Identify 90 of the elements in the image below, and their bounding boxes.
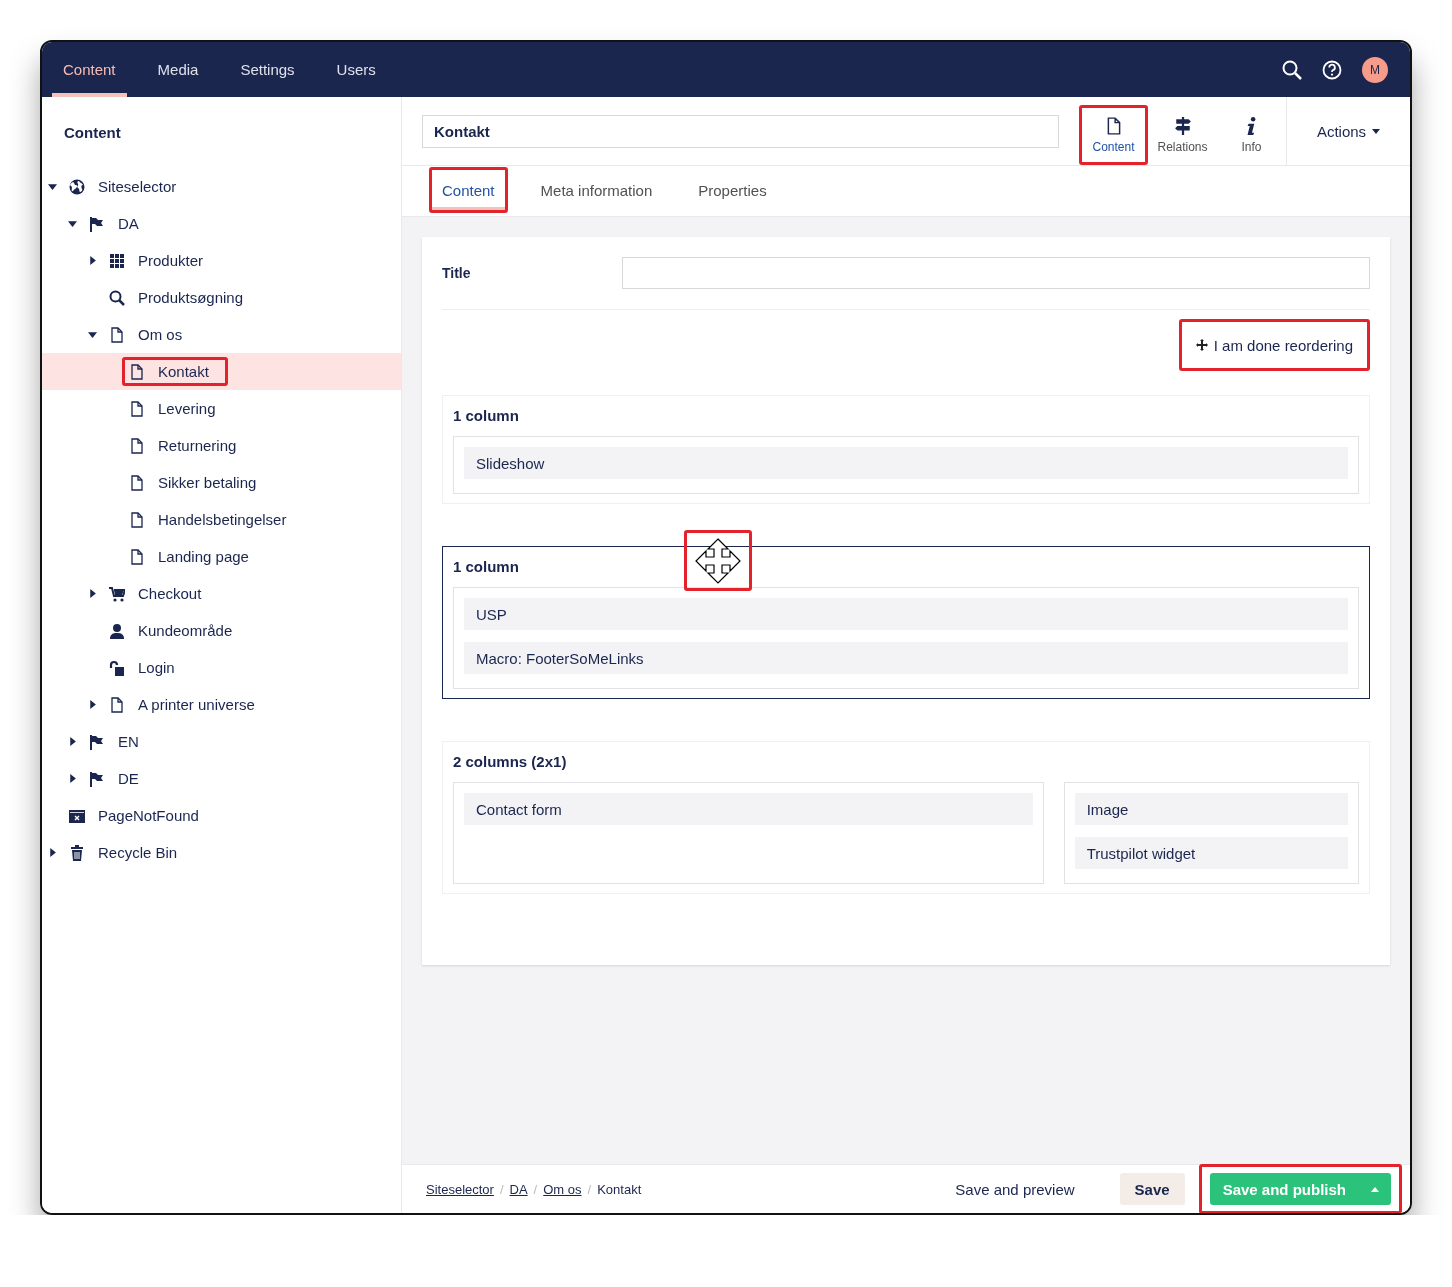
globe-icon — [69, 178, 85, 195]
breadcrumb-link[interactable]: Siteselector — [426, 1181, 494, 1197]
grid-item[interactable]: USP — [464, 598, 1348, 630]
caret-icon[interactable] — [48, 848, 57, 857]
search-icon[interactable] — [1282, 59, 1302, 80]
document-icon — [129, 474, 145, 491]
grid-item[interactable]: Slideshow — [464, 447, 1348, 479]
search-icon — [109, 289, 125, 306]
user-avatar[interactable]: M — [1362, 56, 1388, 83]
caret-icon — [1372, 128, 1381, 134]
actions-menu[interactable]: Actions — [1286, 97, 1410, 165]
app-tab[interactable]: Content — [1079, 105, 1148, 165]
cart-icon — [109, 585, 125, 602]
user-icon — [109, 622, 125, 639]
caret-icon[interactable] — [88, 256, 97, 265]
caret-icon[interactable] — [68, 737, 77, 746]
help-icon[interactable] — [1322, 59, 1342, 80]
name-field[interactable]: Kontakt — [422, 115, 1059, 148]
tree-item[interactable]: A printer universe — [42, 686, 401, 723]
document-icon — [129, 363, 145, 380]
section-tab[interactable]: Users — [325, 42, 387, 97]
breadcrumb-separator: / — [587, 1181, 592, 1197]
app-tab[interactable]: Relations — [1148, 105, 1217, 165]
title-field[interactable] — [622, 257, 1370, 289]
document-icon — [109, 326, 125, 343]
property-label: Title — [442, 265, 472, 281]
reorder-button[interactable]: I am done reordering — [1178, 319, 1370, 371]
tree-item[interactable]: Kontakt — [42, 353, 401, 390]
document-icon — [129, 511, 145, 528]
content-tab[interactable]: Meta information — [527, 167, 666, 213]
move-cursor-icon — [695, 537, 741, 584]
grid-item[interactable]: Trustpilot widget — [1074, 837, 1348, 869]
caret-icon[interactable] — [68, 774, 77, 783]
padlock-icon — [109, 659, 125, 676]
tree-item[interactable]: Kundeområde — [42, 612, 401, 649]
trash-icon — [69, 844, 85, 861]
grid-item[interactable]: Macro: FooterSoMeLinks — [464, 642, 1348, 674]
tree-item[interactable]: Om os — [42, 316, 401, 353]
tree-item[interactable]: Login — [42, 649, 401, 686]
tree-item[interactable]: Returnering — [42, 427, 401, 464]
content-tab[interactable]: Content — [429, 167, 508, 213]
grid-item[interactable]: Image — [1074, 793, 1348, 825]
tree-item[interactable]: Checkout — [42, 575, 401, 612]
tree-item[interactable]: DE — [42, 760, 401, 797]
move-icon — [1195, 339, 1208, 351]
flag-icon — [89, 770, 105, 787]
breadcrumb-link[interactable]: DA — [509, 1181, 528, 1197]
tree-item[interactable]: Handelsbetingelser — [42, 501, 401, 538]
caret-icon[interactable] — [88, 589, 97, 598]
grid-item[interactable]: Contact form — [464, 793, 1033, 825]
sidebar-title: Content — [63, 123, 122, 143]
tree-item[interactable]: EN — [42, 723, 401, 760]
caret-icon[interactable] — [88, 700, 97, 709]
grid-row[interactable]: 1 column Slideshow — [442, 395, 1370, 504]
row-title: 2 columns (2x1) — [453, 752, 567, 772]
row-title: 1 column — [453, 406, 519, 426]
caret-icon — [1371, 1186, 1379, 1192]
caret-icon[interactable] — [48, 182, 57, 191]
breadcrumb-current: Kontakt — [597, 1181, 642, 1197]
signpost-icon — [1173, 116, 1192, 135]
content-tab[interactable]: Properties — [685, 167, 780, 213]
document-icon — [129, 437, 145, 454]
section-tab[interactable]: Media — [146, 42, 210, 97]
tree-item[interactable]: Recycle Bin — [42, 834, 401, 871]
document-icon — [129, 548, 145, 565]
tree-item[interactable]: Sikker betaling — [42, 464, 401, 501]
caret-icon[interactable] — [68, 219, 77, 228]
tree-item[interactable]: Produktsøgning — [42, 279, 401, 316]
tree-item[interactable]: PageNotFound — [42, 797, 401, 834]
grid-icon — [109, 252, 125, 269]
breadcrumb-separator: / — [499, 1181, 504, 1197]
app-tab[interactable]: Info — [1217, 105, 1286, 165]
save-button[interactable]: Save — [1119, 1173, 1185, 1205]
tree-item[interactable]: Landing page — [42, 538, 401, 575]
section-tab[interactable]: Settings — [229, 42, 306, 97]
row-title: 1 column — [453, 557, 519, 577]
document-icon — [129, 400, 145, 417]
breadcrumb-link[interactable]: Om os — [543, 1181, 582, 1197]
tree-item[interactable]: Produkter — [42, 242, 401, 279]
grid-row[interactable]: 1 column USP Macro: FooterSoMeLinks — [442, 546, 1370, 699]
tree-item[interactable]: Siteselector — [42, 168, 401, 205]
flag-icon — [89, 215, 105, 232]
grid-row[interactable]: 2 columns (2x1) Contact form Image Trustpilot widget — [442, 741, 1370, 894]
flag-icon — [89, 733, 105, 750]
tree-item[interactable]: DA — [42, 205, 401, 242]
breadcrumb-separator: / — [533, 1181, 538, 1197]
document-icon — [109, 696, 125, 713]
window-x-icon — [69, 807, 85, 824]
caret-icon[interactable] — [88, 330, 97, 339]
tree-item[interactable]: Levering — [42, 390, 401, 427]
